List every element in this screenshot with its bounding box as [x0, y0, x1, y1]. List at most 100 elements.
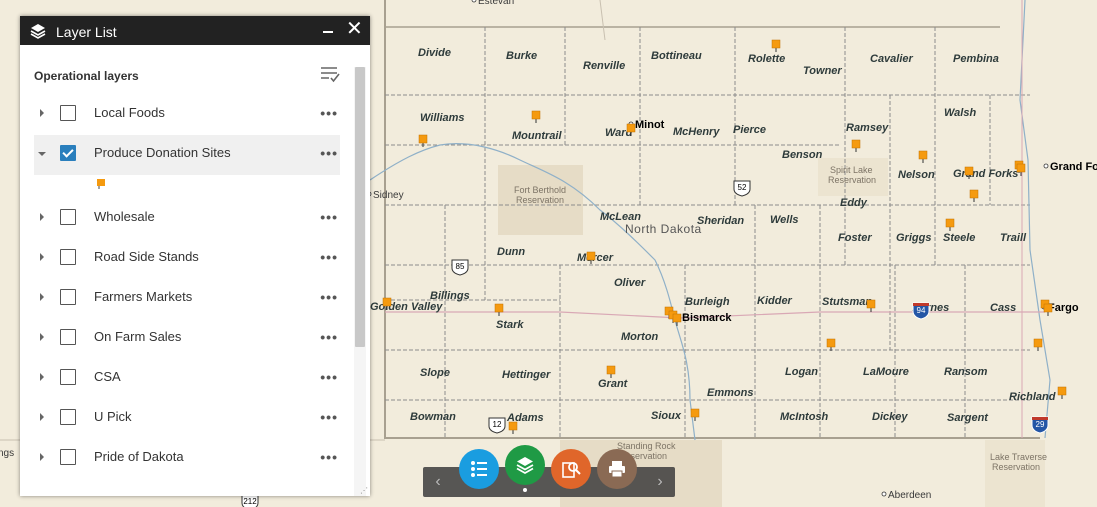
county-label: Logan: [785, 366, 818, 378]
county-label: Golden Valley: [370, 301, 443, 313]
city-dot: [471, 0, 477, 3]
layer-row[interactable]: Wholesale •••: [34, 199, 340, 239]
reservation-label: Reservation: [516, 195, 564, 205]
reservation-label: Reservation: [992, 462, 1040, 472]
layer-list-button[interactable]: [505, 445, 545, 485]
toolbar-prev-button[interactable]: ‹: [431, 473, 445, 491]
county-label: Burke: [506, 50, 537, 62]
reservation-label: Standing Rock: [617, 441, 676, 451]
layer-name: Road Side Stands: [94, 249, 199, 264]
county-label: Sheridan: [697, 215, 744, 227]
lake-traverse-area: [985, 440, 1045, 507]
county-label: Richland: [1009, 391, 1056, 403]
expand-toggle[interactable]: [38, 152, 46, 156]
layer-more-menu[interactable]: •••: [320, 450, 338, 464]
layer-more-menu[interactable]: •••: [320, 250, 338, 264]
query-button[interactable]: [551, 449, 591, 489]
county-label: Rolette: [748, 53, 785, 65]
county-label: Griggs: [896, 232, 931, 244]
expand-toggle[interactable]: [40, 413, 44, 421]
county-label: Emmons: [707, 387, 753, 399]
scroll-thumb[interactable]: [355, 67, 365, 347]
minimize-button[interactable]: [322, 22, 334, 38]
expand-toggle[interactable]: [40, 253, 44, 261]
scrollbar[interactable]: [354, 67, 366, 496]
layer-more-menu[interactable]: •••: [320, 106, 338, 120]
county-label: Cass: [990, 302, 1016, 314]
layer-options-icon[interactable]: [320, 65, 340, 83]
layer-name: On Farm Sales: [94, 329, 182, 344]
layer-row[interactable]: Produce Donation Sites •••: [34, 135, 340, 175]
county-label: Sargent: [947, 412, 989, 424]
county-label: Ransom: [944, 366, 988, 378]
county-label: Stark: [496, 319, 524, 331]
layer-visibility-checkbox[interactable]: [60, 369, 76, 385]
layer-more-menu[interactable]: •••: [320, 410, 338, 424]
us-route-shield-icon: 12: [488, 417, 506, 434]
legend-button[interactable]: [459, 449, 499, 489]
county-label: Grant: [598, 378, 629, 390]
expand-toggle[interactable]: [40, 213, 44, 221]
layer-name: Farmers Markets: [94, 289, 193, 304]
layer-visibility-checkbox[interactable]: [60, 329, 76, 345]
layer-name: Pride of Dakota: [94, 449, 184, 464]
layer-row[interactable]: Farmers Markets •••: [34, 279, 340, 319]
layer-visibility-checkbox[interactable]: [60, 249, 76, 265]
interstate-shield-icon: 94: [912, 302, 930, 320]
layer-row[interactable]: On Farm Sales •••: [34, 319, 340, 359]
resize-handle[interactable]: ⋰: [360, 486, 368, 495]
city-label: Fargo: [1048, 302, 1079, 314]
widget-toolbar: ‹ ›: [423, 445, 675, 497]
layer-row[interactable]: U Pick •••: [34, 399, 340, 439]
layer-list: Local Foods ••• Produce Donation Sites ••• W…: [34, 95, 340, 479]
layer-visibility-checkbox[interactable]: [60, 145, 76, 161]
layer-more-menu[interactable]: •••: [320, 210, 338, 224]
county-label: Cavalier: [870, 53, 914, 65]
layer-visibility-checkbox[interactable]: [60, 209, 76, 225]
county-label: Pembina: [953, 53, 999, 65]
county-label: Steele: [943, 232, 975, 244]
close-button[interactable]: ✕: [346, 19, 363, 39]
county-label: Towner: [803, 65, 842, 77]
highway-number: 12: [493, 420, 502, 429]
expand-toggle[interactable]: [40, 333, 44, 341]
layer-visibility-checkbox[interactable]: [60, 409, 76, 425]
layer-more-menu[interactable]: •••: [320, 290, 338, 304]
county-label: McIntosh: [780, 411, 829, 423]
highway-number: 212: [243, 497, 257, 506]
search-document-icon: [562, 462, 581, 478]
county-label: LaMoure: [863, 366, 909, 378]
layer-name: Produce Donation Sites: [94, 145, 231, 160]
county-label: Divide: [418, 47, 451, 59]
layer-more-menu[interactable]: •••: [320, 146, 338, 160]
county-label: Nelson: [898, 169, 935, 181]
county-label: Traill: [1000, 232, 1027, 244]
layer-row[interactable]: CSA •••: [34, 359, 340, 399]
expand-toggle[interactable]: [40, 373, 44, 381]
layer-row[interactable]: Pride of Dakota •••: [34, 439, 340, 479]
county-label: Kidder: [757, 295, 793, 307]
marker-symbol-icon: [96, 177, 106, 195]
city-label: Estevan: [478, 0, 514, 7]
layer-more-menu[interactable]: •••: [320, 330, 338, 344]
expand-toggle[interactable]: [40, 293, 44, 301]
city-dot: [1043, 163, 1049, 169]
toolbar-next-button[interactable]: ›: [653, 473, 667, 491]
layer-visibility-checkbox[interactable]: [60, 449, 76, 465]
layer-more-menu[interactable]: •••: [320, 370, 338, 384]
reservation-label: Fort Berthold: [514, 185, 566, 195]
county-label: McHenry: [673, 126, 720, 138]
county-label: Burleigh: [685, 296, 730, 308]
county-label: Stutsman: [822, 296, 872, 308]
layer-visibility-checkbox[interactable]: [60, 105, 76, 121]
panel-header: Layer List ✕: [20, 16, 370, 45]
expand-toggle[interactable]: [40, 109, 44, 117]
print-button[interactable]: [597, 449, 637, 489]
county-label: Sioux: [651, 410, 682, 422]
expand-toggle[interactable]: [40, 453, 44, 461]
county-label: Hettinger: [502, 369, 551, 381]
layer-row[interactable]: Road Side Stands •••: [34, 239, 340, 279]
layer-visibility-checkbox[interactable]: [60, 289, 76, 305]
layer-row[interactable]: Local Foods •••: [34, 95, 340, 135]
panel-title: Layer List: [56, 24, 117, 40]
